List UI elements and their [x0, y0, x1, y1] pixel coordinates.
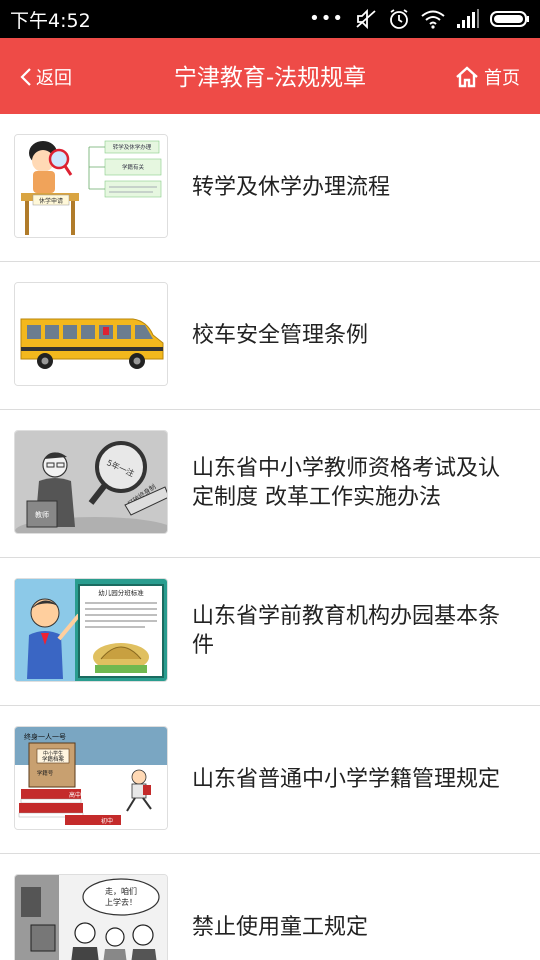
thumb-label: 休学申请	[39, 197, 63, 205]
mute-icon	[356, 8, 376, 30]
home-label: 首页	[484, 68, 520, 89]
back-label: 返回	[36, 68, 72, 89]
article-thumbnail: 幼儿园分班标准	[14, 578, 168, 682]
article-title: 校车安全管理条例	[192, 322, 369, 348]
thumb-label: 高中	[69, 791, 81, 799]
article-title: 山东省普通中小学学籍管理规定	[192, 766, 501, 792]
article-thumbnail: 终身一人一号 中小学生 学籍档案 学籍号 高中 初中	[14, 726, 168, 830]
wifi-icon	[421, 10, 445, 29]
more-dots-icon: •••	[309, 8, 344, 29]
thumb-label: 上学去！	[105, 897, 137, 907]
thumb-label: 学籍档案	[42, 755, 65, 763]
article-title: 转学及休学办理流程	[192, 174, 391, 200]
list-item[interactable]: 校车安全管理条例	[0, 262, 540, 410]
thumb-label: 中小学生	[43, 750, 63, 757]
article-list: 休学申请 转学及休学办理 学籍有关 转学及休学办理流程 校车安全管理条例 教师 …	[0, 114, 540, 960]
thumb-label: 走，咱们	[105, 886, 137, 896]
home-button[interactable]: 首页	[455, 64, 520, 90]
thumb-label: 转学及休学办理	[113, 143, 152, 151]
thumb-label: 初中	[101, 817, 113, 825]
article-title: 山东省学前教育机构办园基本条件	[192, 604, 501, 658]
battery-icon	[490, 11, 529, 27]
article-title: 山东省中小学教师资格考试及认定制度 改革工作实施办法	[192, 456, 501, 510]
thumb-label: 学籍有关	[122, 163, 145, 171]
thumb-label: 学籍号	[37, 769, 54, 777]
home-icon	[456, 66, 478, 88]
article-thumbnail: 教师 5年一注 打破终身制	[14, 430, 168, 534]
thumb-label: 教师	[35, 510, 49, 519]
list-item[interactable]: 幼儿园分班标准 山东省学前教育机构办园基本条件	[0, 558, 540, 706]
article-thumbnail: 走，咱们 上学去！	[14, 874, 168, 960]
thumb-label: 终身一人一号	[24, 732, 66, 741]
article-title: 禁止使用童工规定	[192, 914, 369, 940]
list-item[interactable]: 走，咱们 上学去！ 禁止使用童工规定	[0, 854, 540, 960]
status-time: 下午4:52	[10, 10, 91, 32]
alarm-icon	[390, 9, 408, 29]
status-icons: •••	[309, 8, 530, 30]
signal-icon	[457, 9, 479, 28]
article-thumbnail: 休学申请 转学及休学办理 学籍有关	[14, 134, 168, 238]
list-item[interactable]: 教师 5年一注 打破终身制 山东省中小学教师资格考试及认定制度 改革工作实施办法	[0, 410, 540, 558]
chevron-left-icon	[20, 68, 31, 86]
list-item[interactable]: 休学申请 转学及休学办理 学籍有关 转学及休学办理流程	[0, 114, 540, 262]
title-bar: 返回 宁津教育-法规规章 首页	[0, 38, 540, 114]
list-item[interactable]: 终身一人一号 中小学生 学籍档案 学籍号 高中 初中 山东省普通中小学学籍管理规…	[0, 706, 540, 854]
page-title: 宁津教育-法规规章	[173, 65, 367, 91]
status-bar: 下午4:52 •••	[0, 0, 540, 38]
thumb-label: 幼儿园分班标准	[98, 588, 144, 597]
back-button[interactable]: 返回	[20, 64, 72, 90]
article-thumbnail	[14, 282, 168, 386]
